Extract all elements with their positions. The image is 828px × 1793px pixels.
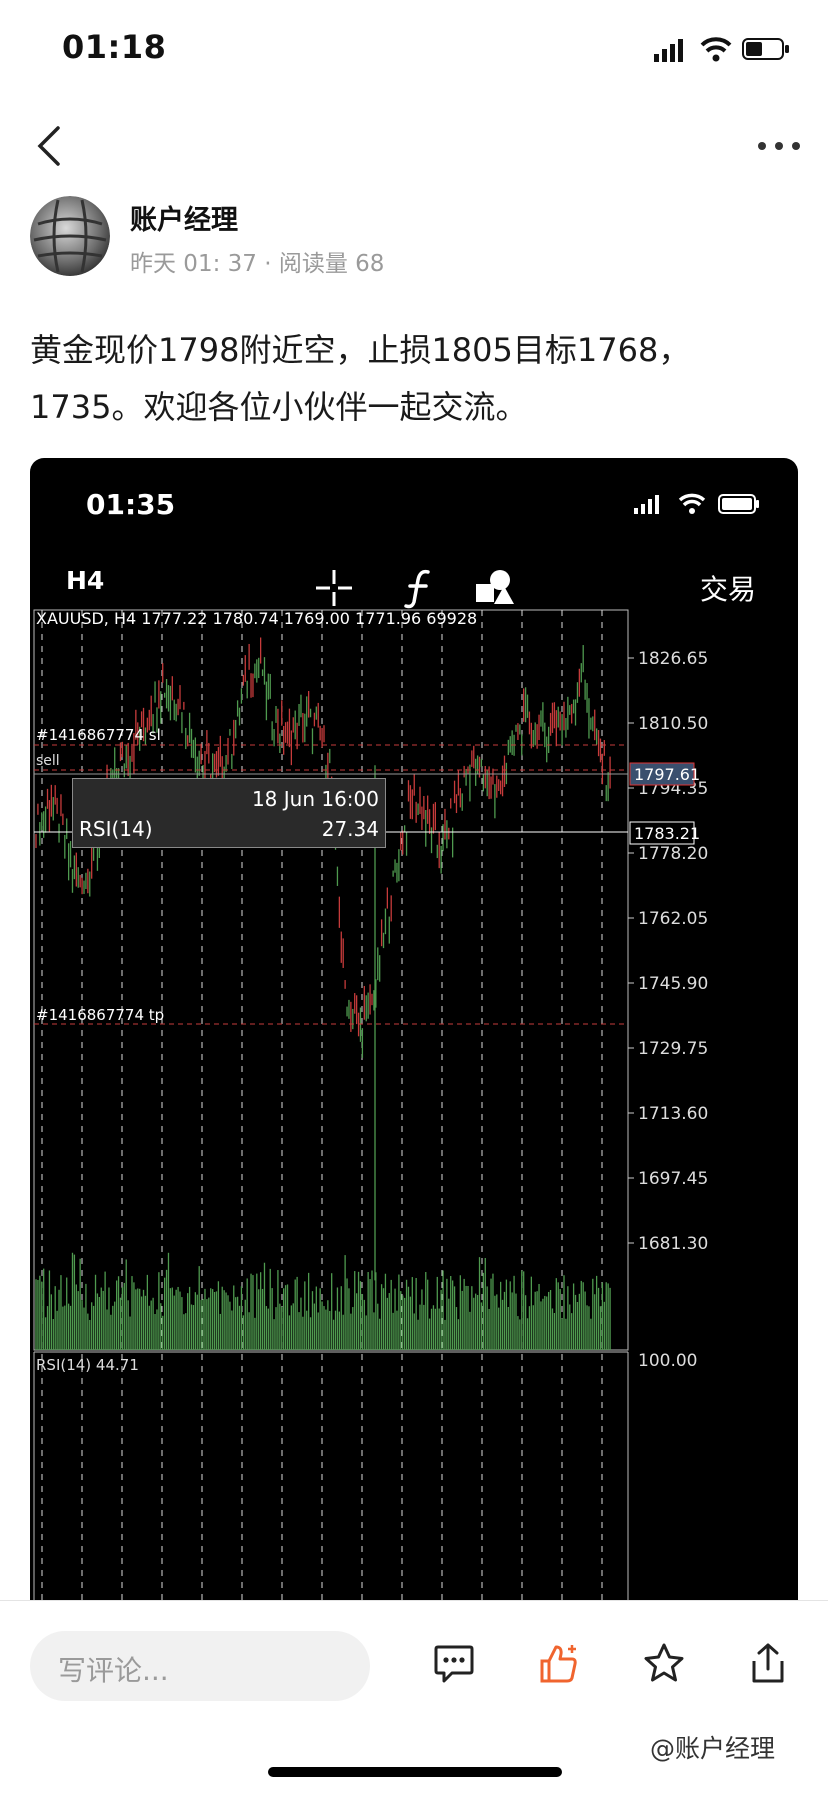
crosshair-icon[interactable]	[312, 566, 356, 610]
price-scale-label: 1713.60	[638, 1104, 708, 1124]
embedded-status-time: 01:35	[86, 488, 176, 521]
battery-icon	[742, 38, 789, 60]
cross-badge: 1783.21	[634, 824, 700, 843]
price-chart[interactable]: 1826.651810.501794.351778.201762.051745.…	[30, 608, 798, 1600]
like-icon[interactable]	[536, 1641, 580, 1685]
share-icon[interactable]	[746, 1641, 790, 1685]
back-icon[interactable]	[34, 124, 62, 168]
signal-icon	[654, 39, 683, 62]
embedded-screenshot[interactable]: 01:35 H4 交易 1826.65 1810.50 1794.35 1778.20…	[30, 458, 798, 1600]
embedded-signal-icon	[634, 495, 659, 514]
price-scale-label: 1745.90	[638, 974, 708, 994]
bid-badge: 1797.61	[634, 765, 700, 784]
comment-placeholder: 写评论...	[58, 1654, 169, 1687]
price-scale-label: 1810.50	[638, 714, 708, 734]
price-scale-label: 1681.30	[638, 1234, 708, 1254]
more-icon[interactable]	[756, 140, 802, 152]
wifi-icon	[700, 37, 732, 62]
comment-input[interactable]: 写评论...	[30, 1631, 370, 1701]
trade-button[interactable]: 交易	[700, 568, 756, 608]
price-scale-label: 1778.20	[638, 844, 708, 864]
rsi-tooltip: 18 Jun 16:00 RSI(14) 27.34	[72, 778, 386, 848]
post-meta: 昨天 01: 37 · 阅读量 68	[130, 251, 385, 277]
ohlc-label: XAUUSD, H4 1777.22 1780.74 1769.00 1771.…	[36, 609, 477, 628]
price-scale-label: 1697.45	[638, 1169, 708, 1189]
watermark: @账户经理	[650, 1734, 776, 1763]
sl-label: #1416867774 sl	[36, 726, 161, 744]
price-scale-label: 1729.75	[638, 1039, 708, 1059]
objects-icon[interactable]	[472, 566, 516, 610]
avatar[interactable]	[30, 196, 110, 276]
tooltip-label: RSI(14)	[79, 817, 153, 841]
bottom-bar: 写评论... @账户经理	[0, 1600, 828, 1793]
tooltip-value: 27.34	[321, 817, 379, 841]
timeframe-button[interactable]: H4	[66, 566, 104, 595]
embedded-wifi-icon	[678, 493, 706, 514]
author-name[interactable]: 账户经理	[130, 198, 238, 237]
comment-icon[interactable]	[432, 1641, 476, 1685]
price-scale-label: 1762.05	[638, 909, 708, 929]
tooltip-date: 18 Jun 16:00	[251, 787, 379, 811]
tp-label: #1416867774 tp	[36, 1006, 164, 1024]
price-scale-label: 1826.65	[638, 649, 708, 669]
function-icon[interactable]	[398, 566, 442, 610]
embedded-battery-icon	[718, 494, 759, 514]
status-time: 01:18	[62, 28, 167, 66]
rsi-scale-label: 100.00	[638, 1351, 697, 1371]
star-icon[interactable]	[642, 1641, 686, 1685]
sell-label: sell	[36, 753, 60, 769]
home-indicator	[268, 1767, 562, 1777]
post-body: 黄金现价1798附近空，止损1805目标1768，1735。欢迎各位小伙伴一起交…	[30, 331, 691, 426]
rsi-label: RSI(14) 44.71	[36, 1356, 139, 1374]
